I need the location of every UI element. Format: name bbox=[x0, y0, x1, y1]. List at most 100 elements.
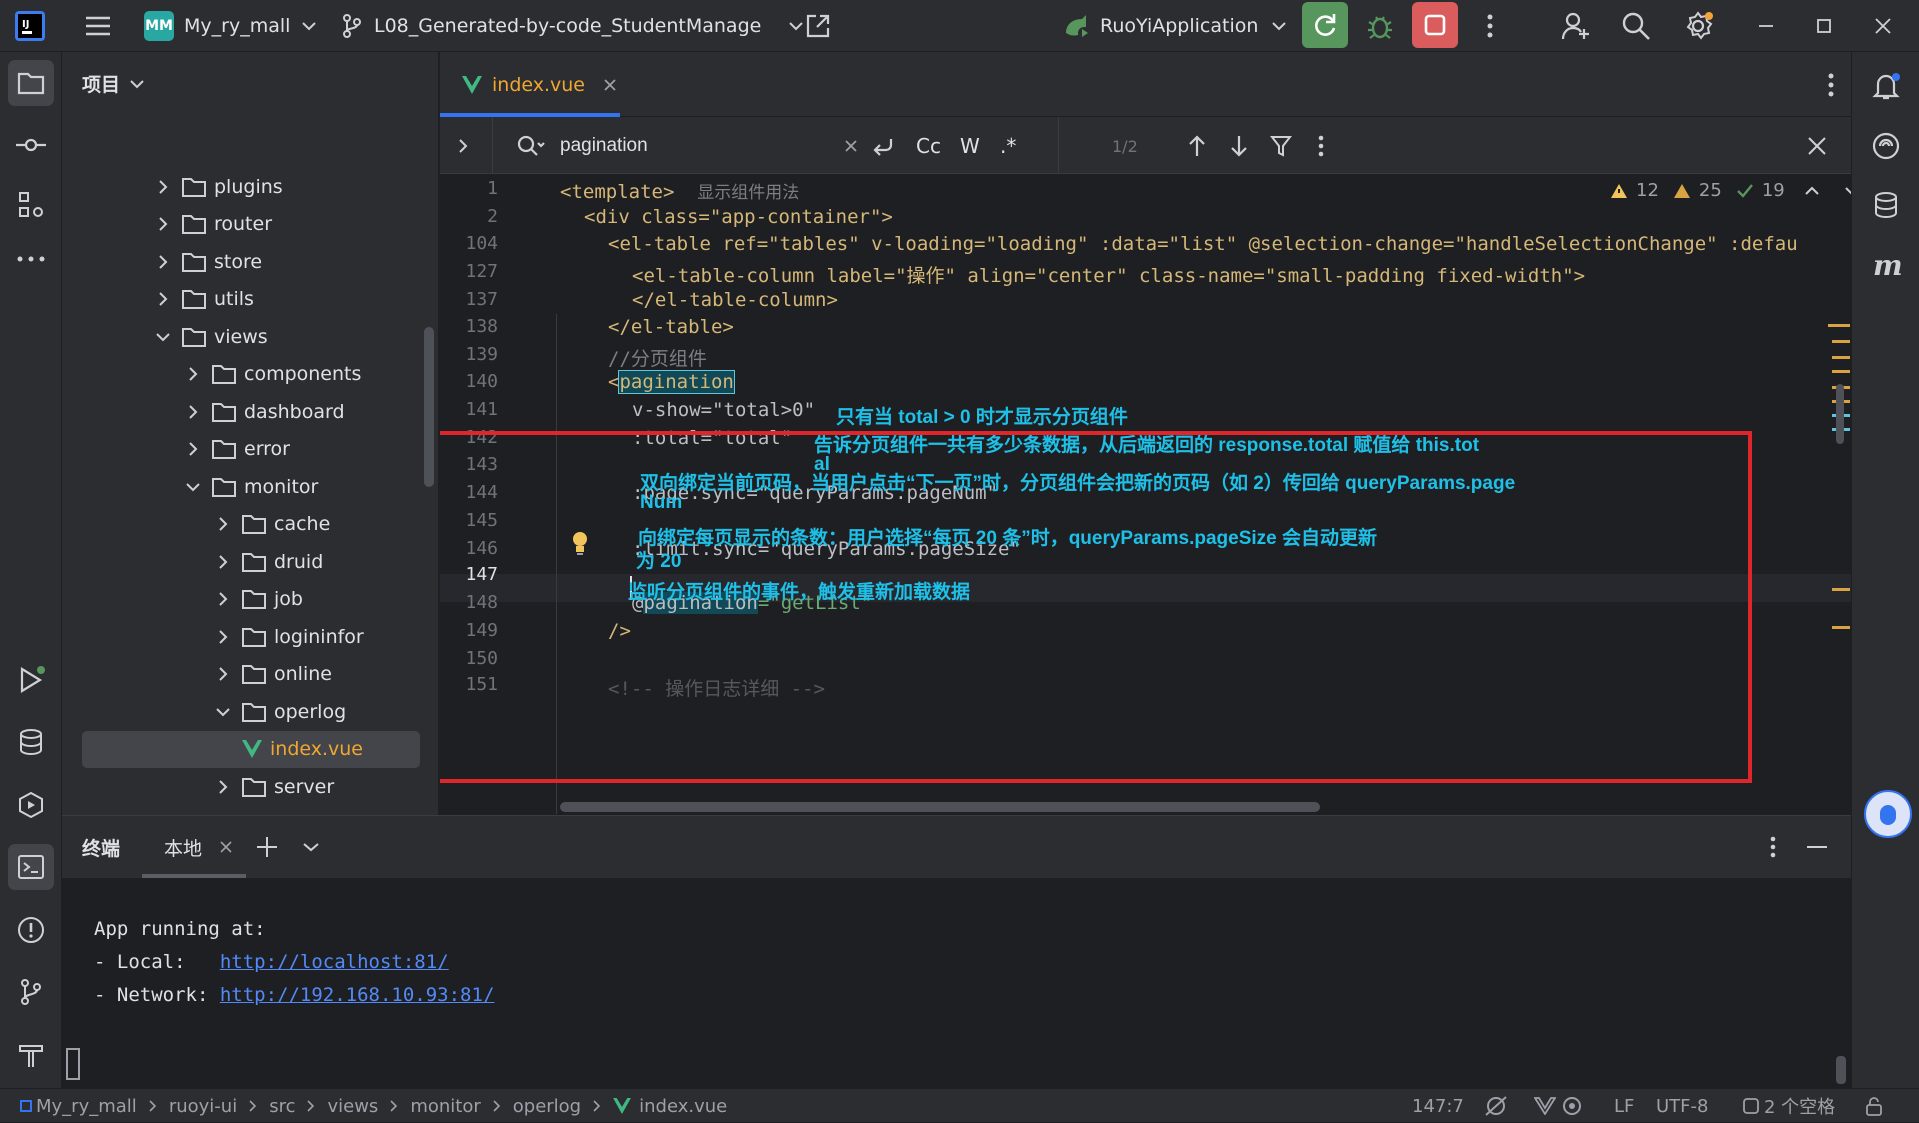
tab-more-icon[interactable] bbox=[1816, 70, 1846, 100]
tree-folder-item[interactable]: logininfor bbox=[212, 618, 364, 655]
tree-folder-item[interactable]: components bbox=[182, 356, 361, 393]
breadcrumb-item[interactable]: monitor bbox=[410, 1096, 480, 1117]
lock-icon[interactable] bbox=[1864, 1089, 1884, 1123]
chevron-right-icon[interactable] bbox=[212, 663, 234, 685]
caret-position[interactable]: 147:7 bbox=[1412, 1089, 1464, 1123]
project-tool-button[interactable] bbox=[8, 60, 54, 106]
file-encoding[interactable]: UTF-8 bbox=[1656, 1089, 1708, 1123]
tree-folder-item[interactable]: store bbox=[152, 243, 262, 280]
find-more-icon[interactable] bbox=[1306, 131, 1336, 161]
stop-button[interactable] bbox=[1412, 2, 1458, 48]
editor-vertical-scrollbar[interactable] bbox=[1836, 384, 1844, 444]
indent-setting[interactable]: 2 个空格 bbox=[1742, 1089, 1835, 1123]
structure-tool-button[interactable] bbox=[8, 182, 54, 228]
project-switcher[interactable]: MM My_ry_mall bbox=[144, 0, 317, 52]
database-tool-button[interactable] bbox=[8, 720, 54, 766]
build-tool-button[interactable] bbox=[8, 1032, 54, 1078]
tree-folder-item[interactable]: druid bbox=[212, 543, 323, 580]
notifications-bell-icon[interactable] bbox=[1864, 64, 1908, 108]
main-menu-icon[interactable] bbox=[80, 8, 116, 44]
tree-folder-item[interactable]: cache bbox=[212, 506, 330, 543]
tree-file-item[interactable]: index.vue bbox=[82, 730, 420, 768]
add-user-icon[interactable] bbox=[1558, 8, 1594, 44]
more-tools-icon[interactable] bbox=[8, 236, 54, 282]
match-case-button[interactable]: Cc bbox=[916, 131, 941, 161]
clear-search-icon[interactable] bbox=[836, 131, 866, 161]
tree-folder-item[interactable]: dashboard bbox=[182, 393, 345, 430]
code-area[interactable]: 1 2 104 127 137 138 139 140 141 142 143 144 145 146 14… bbox=[440, 174, 1851, 815]
chevron-right-icon[interactable] bbox=[212, 513, 234, 535]
ai-status-icon[interactable] bbox=[1484, 1089, 1508, 1123]
tree-folder-item[interactable]: error bbox=[182, 431, 290, 468]
tree-folder-item[interactable]: plugins bbox=[152, 168, 283, 205]
tab-index-vue[interactable]: index.vue bbox=[440, 52, 620, 117]
tree-folder-item[interactable]: monitor bbox=[182, 468, 318, 505]
terminal-tab-local[interactable]: 本地 bbox=[158, 816, 306, 878]
filter-icon[interactable] bbox=[1266, 131, 1296, 161]
more-actions-icon[interactable] bbox=[1472, 8, 1508, 44]
ai-assistant-icon[interactable] bbox=[1864, 124, 1908, 168]
search-history-icon[interactable] bbox=[514, 131, 548, 161]
chevron-right-icon[interactable] bbox=[152, 288, 174, 310]
previous-match-icon[interactable] bbox=[1182, 131, 1212, 161]
close-window-icon[interactable] bbox=[1865, 8, 1901, 44]
settings-gear-icon[interactable] bbox=[1680, 8, 1716, 44]
database-icon[interactable] bbox=[1864, 184, 1908, 228]
chevron-down-icon[interactable] bbox=[182, 476, 204, 498]
floating-assistant-icon[interactable] bbox=[1864, 790, 1912, 838]
breadcrumb-item[interactable]: views bbox=[327, 1096, 378, 1117]
chevron-down-icon[interactable] bbox=[152, 326, 174, 348]
breadcrumb-item[interactable]: operlog bbox=[513, 1096, 581, 1117]
new-line-icon[interactable] bbox=[868, 131, 898, 161]
rerun-button[interactable] bbox=[1302, 2, 1348, 48]
tree-folder-item[interactable]: job bbox=[212, 581, 303, 618]
terminal-more-icon[interactable] bbox=[1758, 832, 1788, 862]
chevron-right-icon[interactable] bbox=[182, 401, 204, 423]
services-tool-button[interactable] bbox=[8, 782, 54, 828]
breadcrumb-item[interactable]: index.vue bbox=[639, 1096, 727, 1117]
chevron-right-icon[interactable] bbox=[152, 213, 174, 235]
tree-folder-item[interactable]: utils bbox=[152, 281, 254, 318]
breadcrumb-item[interactable]: My_ry_mall bbox=[36, 1096, 137, 1117]
git-tool-button[interactable] bbox=[8, 969, 54, 1015]
chevron-right-icon[interactable] bbox=[212, 626, 234, 648]
network-url-link[interactable]: http://192.168.10.93:81/ bbox=[220, 984, 495, 1006]
maven-icon[interactable]: m bbox=[1864, 244, 1908, 288]
local-url-link[interactable]: http://localhost:81/ bbox=[220, 951, 449, 973]
intention-lightbulb-icon[interactable] bbox=[570, 530, 590, 556]
debug-icon[interactable] bbox=[1362, 8, 1398, 44]
chevron-right-icon[interactable] bbox=[212, 776, 234, 798]
breadcrumb-item[interactable]: ruoyi-ui bbox=[169, 1096, 237, 1117]
next-match-icon[interactable] bbox=[1224, 131, 1254, 161]
tree-folder-item[interactable]: router bbox=[152, 206, 272, 243]
chevron-right-icon[interactable] bbox=[212, 551, 234, 573]
hide-panel-icon[interactable] bbox=[1802, 832, 1832, 862]
find-input[interactable] bbox=[560, 129, 860, 163]
terminal-options-chevron-icon[interactable] bbox=[296, 832, 326, 862]
problems-tool-button[interactable] bbox=[8, 907, 54, 953]
chevron-down-icon[interactable] bbox=[212, 701, 234, 723]
maximize-icon[interactable] bbox=[1806, 8, 1842, 44]
search-icon[interactable] bbox=[1618, 8, 1654, 44]
commit-tool-button[interactable] bbox=[8, 122, 54, 168]
line-ending[interactable]: LF bbox=[1614, 1089, 1634, 1123]
chevron-right-icon[interactable] bbox=[152, 251, 174, 273]
chevron-right-icon[interactable] bbox=[182, 363, 204, 385]
terminal-scrollbar[interactable] bbox=[1836, 1056, 1846, 1084]
tree-folder-item[interactable]: server bbox=[212, 768, 334, 805]
chevron-right-icon[interactable] bbox=[212, 588, 234, 610]
terminal-tool-button[interactable] bbox=[8, 844, 54, 890]
tree-folder-item[interactable]: views bbox=[152, 318, 268, 355]
expand-replace-icon[interactable] bbox=[448, 131, 478, 161]
tree-folder-item[interactable]: operlog bbox=[212, 693, 346, 730]
chevron-right-icon[interactable] bbox=[182, 438, 204, 460]
chevron-right-icon[interactable] bbox=[152, 176, 174, 198]
branch-switcher[interactable]: L08_Generated-by-code_StudentManage bbox=[342, 0, 804, 52]
tree-folder-item[interactable]: online bbox=[212, 656, 332, 693]
minimize-icon[interactable] bbox=[1748, 8, 1784, 44]
regex-button[interactable]: .* bbox=[1000, 131, 1016, 161]
run-config-selector[interactable]: RuoYiApplication bbox=[1062, 0, 1287, 52]
run-tool-button[interactable] bbox=[8, 657, 54, 703]
close-find-icon[interactable] bbox=[1802, 131, 1832, 161]
tree-folder-item[interactable]: student bbox=[182, 806, 317, 815]
